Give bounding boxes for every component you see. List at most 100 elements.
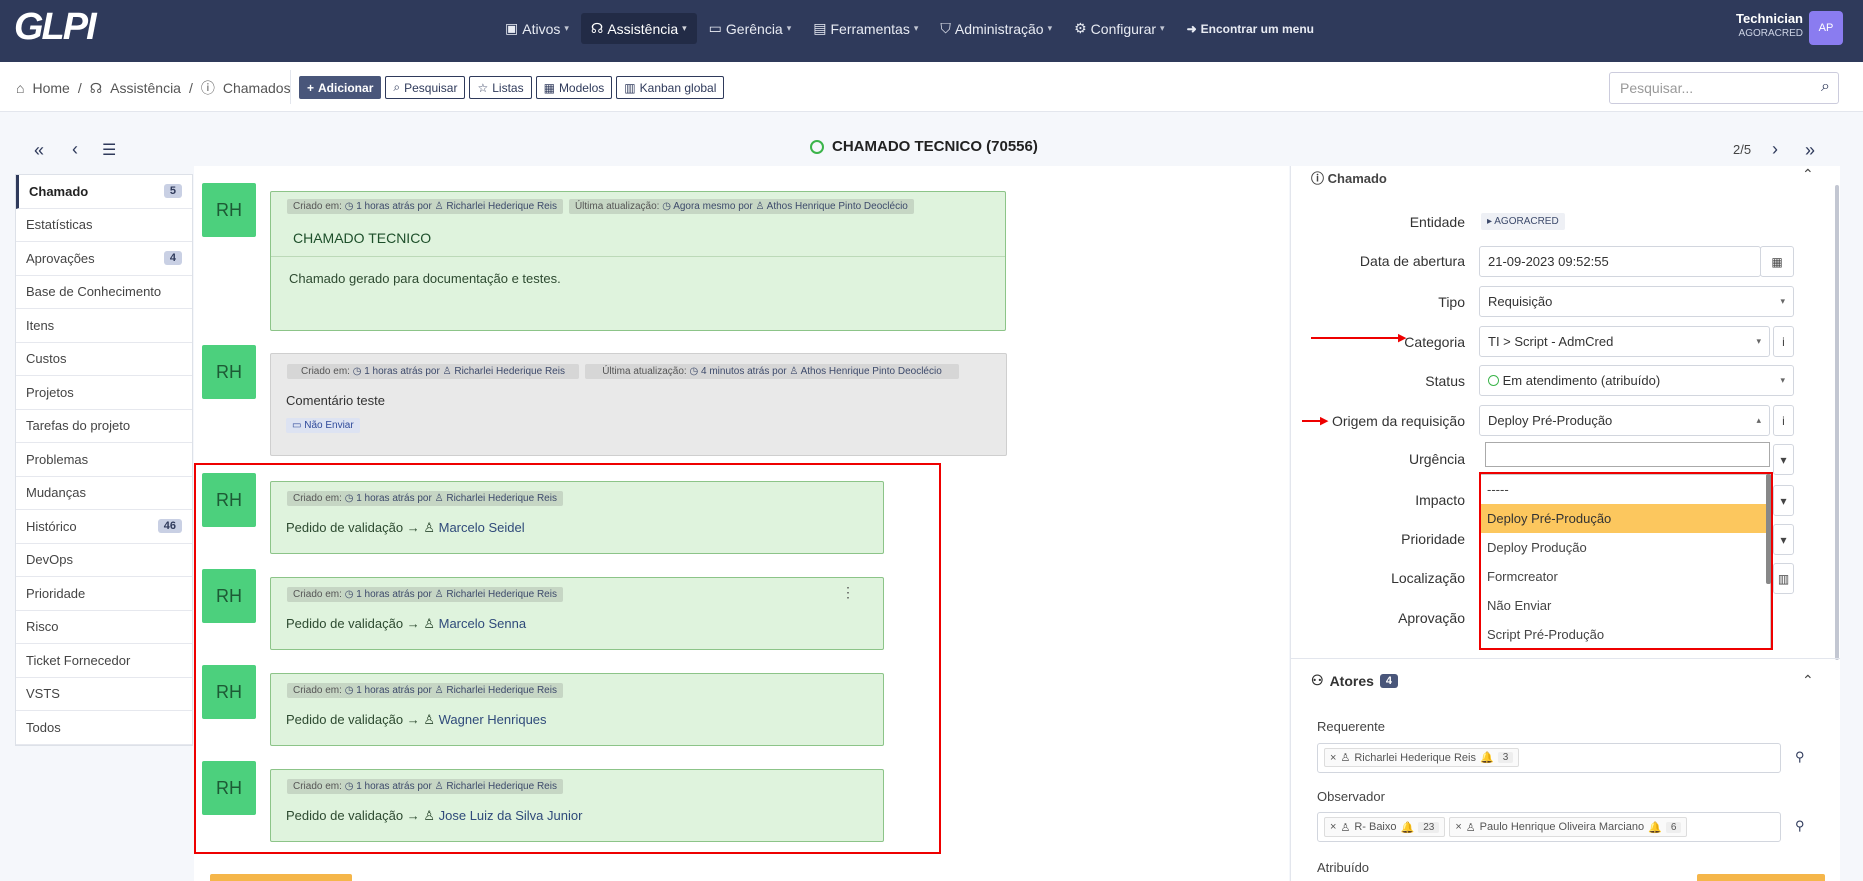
menu-gerencia[interactable]: ▭ Gerência ▾ xyxy=(699,13,802,44)
user-avatar[interactable]: AP xyxy=(1809,11,1843,45)
sidebar-item-label: Chamado xyxy=(29,183,89,199)
comment-card[interactable]: Criado em: ◷ 1 horas atrás por ♙ Richarl… xyxy=(270,353,1007,456)
avatar: RH xyxy=(202,183,256,237)
data-abertura-input[interactable]: 21-09-2023 09:52:55 xyxy=(1479,246,1761,277)
sidebar-item-label: Mudanças xyxy=(26,485,86,501)
sidebar-item-label: Itens xyxy=(26,317,55,333)
divider xyxy=(1290,658,1840,659)
section-chamado-title[interactable]: ⓘ Chamado xyxy=(1311,168,1387,187)
chevron-down-icon[interactable]: ▾ xyxy=(1773,524,1794,555)
chevron-down-icon: ▾ xyxy=(1780,375,1785,385)
created-tag: Criado em: ◷ 1 horas atrás por ♙ Richarl… xyxy=(287,199,563,214)
remove-icon[interactable]: × xyxy=(1455,821,1461,833)
menu-ativos[interactable]: ▣ Ativos ▾ xyxy=(495,13,579,44)
search-button[interactable]: ⌕ Pesquisar xyxy=(385,76,466,99)
first-icon[interactable]: « xyxy=(34,140,44,161)
user-icon: ♙ xyxy=(1465,821,1476,834)
sidebar-item-vsts[interactable]: VSTS xyxy=(16,678,192,711)
remove-icon[interactable]: × xyxy=(1330,821,1336,833)
sidebar-item-itens[interactable]: Itens xyxy=(16,309,192,343)
list-icon[interactable]: ☰ xyxy=(102,140,116,160)
add-actor-icon[interactable]: ⚲ xyxy=(1795,749,1805,765)
actor-chip[interactable]: × ♙ Paulo Henrique Oliveira Marciano 🔔 6 xyxy=(1449,817,1688,837)
menu-ferramentas[interactable]: ▤ Ferramentas ▾ xyxy=(803,13,928,44)
remove-icon[interactable]: × xyxy=(1330,752,1336,764)
sidebar-item-chamado[interactable]: Chamado 5 xyxy=(16,175,192,209)
sidebar-item-mudan-as[interactable]: Mudanças xyxy=(16,477,192,510)
status-circle-icon xyxy=(1488,375,1499,386)
actor-chip[interactable]: × ♙ Richarlei Hederique Reis 🔔 3 xyxy=(1324,748,1520,767)
sidebar-item-base-de-conhecimento[interactable]: Base de Conhecimento xyxy=(16,276,192,309)
kanban-button[interactable]: ▥ Kanban global xyxy=(616,76,725,99)
chevron-up-icon: ▴ xyxy=(1756,415,1761,425)
breadcrumb-home[interactable]: Home xyxy=(32,80,69,96)
chevron-down-icon[interactable]: ▾ xyxy=(1773,444,1794,475)
lists-button[interactable]: ☆ Listas xyxy=(469,76,532,99)
scrollbar[interactable] xyxy=(1835,185,1839,660)
info-icon[interactable]: i xyxy=(1773,405,1794,436)
sidebar-item-label: Aprovações xyxy=(26,250,95,266)
glpi-logo[interactable]: GLPI xyxy=(14,6,97,49)
sidebar-item-label: Risco xyxy=(26,619,59,635)
sidebar-item-devops[interactable]: DevOps xyxy=(16,544,192,577)
add-actor-icon[interactable]: ⚲ xyxy=(1795,818,1805,834)
sidebar-item-prioridade[interactable]: Prioridade xyxy=(16,577,192,611)
source-tag: ▭ Não Enviar xyxy=(286,418,360,433)
sidebar-item-tarefas-do-projeto[interactable]: Tarefas do projeto xyxy=(16,410,192,443)
last-icon[interactable]: » xyxy=(1805,140,1815,161)
impacto-label: Impacto xyxy=(1415,492,1465,508)
info-icon[interactable]: i xyxy=(1773,326,1794,357)
footer-button[interactable] xyxy=(210,874,352,881)
sidebar-item-aprova-es[interactable]: Aprovações 4 xyxy=(16,242,192,276)
sidebar-item-risco[interactable]: Risco xyxy=(16,611,192,644)
actor-chip[interactable]: × ♙ R- Baixo 🔔 23 xyxy=(1324,817,1446,837)
sidebar-item-ticket-fornecedor[interactable]: Ticket Fornecedor xyxy=(16,644,192,678)
menu-find[interactable]: ➜ Encontrar um menu xyxy=(1177,13,1324,44)
status-select[interactable]: Em atendimento (atribuído) ▾ xyxy=(1479,365,1794,396)
calendar-icon[interactable]: ▦ xyxy=(1760,246,1794,277)
models-button[interactable]: ▦ Modelos xyxy=(535,76,613,99)
map-icon[interactable]: ▥ xyxy=(1773,563,1794,594)
chevron-down-icon[interactable]: ▾ xyxy=(1773,485,1794,516)
sidebar-item-hist-rico[interactable]: Histórico 46 xyxy=(16,510,192,544)
bell-icon: 🔔 xyxy=(1400,821,1415,834)
breadcrumb-chamados[interactable]: Chamados xyxy=(223,80,291,96)
collapse-icon[interactable]: ⌃ xyxy=(1802,672,1814,689)
actors-title[interactable]: ⚇ Atores 4 xyxy=(1311,672,1399,689)
bell-icon: 🔔 xyxy=(1648,821,1662,834)
origem-label: Origem da requisição xyxy=(1331,413,1465,429)
sidebar-item-label: Problemas xyxy=(26,451,89,467)
menu-assistencia[interactable]: ☊ Assistência ▾ xyxy=(580,13,697,44)
sidebar-item-label: Ticket Fornecedor xyxy=(26,652,131,668)
sidebar-item-projetos[interactable]: Projetos xyxy=(16,376,192,410)
menu-configurar[interactable]: ⚙ Configurar ▾ xyxy=(1064,13,1174,44)
wallet-icon: ▭ xyxy=(708,20,722,36)
collapse-icon[interactable]: ⌃ xyxy=(1802,166,1814,183)
sidebar-item-todos[interactable]: Todos xyxy=(16,711,192,745)
star-icon: ☆ xyxy=(477,80,489,95)
origem-select[interactable]: Deploy Pré-Produção ▴ xyxy=(1479,405,1770,436)
requerente-field[interactable]: × ♙ Richarlei Hederique Reis 🔔 3 xyxy=(1317,743,1781,773)
global-search-input[interactable]: Pesquisar... ⌕ xyxy=(1609,72,1839,104)
user-info[interactable]: Technician AGORACRED xyxy=(1736,11,1803,39)
breadcrumb-assistencia[interactable]: Assistência xyxy=(110,80,181,96)
menu-administracao[interactable]: ⛉ Administração ▾ xyxy=(930,13,1062,44)
sidebar-item-custos[interactable]: Custos xyxy=(16,343,192,376)
prev-icon[interactable]: ‹ xyxy=(72,139,78,160)
categoria-select[interactable]: TI > Script - AdmCred ▾ xyxy=(1479,326,1770,357)
sidebar-item-estat-sticas[interactable]: Estatísticas xyxy=(16,209,192,242)
next-icon[interactable]: › xyxy=(1772,139,1778,160)
sidebar-item-label: Base de Conhecimento xyxy=(26,284,162,300)
headset-icon: ☊ xyxy=(590,20,604,36)
dropdown-search-input[interactable] xyxy=(1485,442,1770,467)
sidebar-item-problemas[interactable]: Problemas xyxy=(16,443,192,477)
observador-field[interactable]: × ♙ R- Baixo 🔔 23 × ♙ Paulo Henrique Oliveira … xyxy=(1317,812,1781,842)
tipo-select[interactable]: Requisição ▾ xyxy=(1479,286,1794,317)
chevron-down-icon: ▾ xyxy=(564,23,569,33)
add-button[interactable]: + Adicionar xyxy=(299,76,382,99)
ticket-card-body: Chamado gerado para documentação e teste… xyxy=(289,271,561,286)
save-button[interactable] xyxy=(1697,874,1825,881)
bell-icon: 🔔 xyxy=(1479,752,1494,764)
entidade-value[interactable]: ▸ AGORACRED xyxy=(1481,213,1565,230)
categoria-label: Categoria xyxy=(1404,334,1465,350)
